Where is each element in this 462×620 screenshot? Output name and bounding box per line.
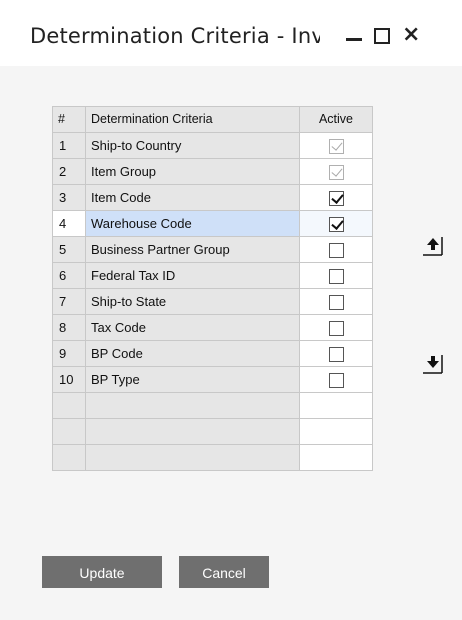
row-number: 5 (52, 236, 86, 263)
criteria-cell[interactable]: BP Code (85, 340, 300, 367)
row-number: 9 (52, 340, 86, 367)
update-button[interactable]: Update (42, 556, 162, 588)
criteria-cell[interactable]: Item Group (85, 158, 300, 185)
criteria-cell[interactable]: Item Code (85, 184, 300, 211)
active-cell (299, 366, 373, 393)
empty-cell (299, 444, 373, 471)
table-row[interactable]: 9 BP Code (52, 340, 373, 367)
active-checkbox[interactable] (328, 243, 344, 259)
table-row[interactable]: 1 Ship-to Country (52, 132, 373, 159)
active-cell (299, 262, 373, 289)
active-checkbox (328, 165, 344, 181)
window-title: Determination Criteria - Inv (30, 24, 320, 48)
active-checkbox[interactable] (328, 269, 344, 285)
checkmark-icon (330, 217, 344, 231)
row-number: 10 (52, 366, 86, 393)
active-checkbox[interactable] (328, 191, 344, 207)
empty-table-row (52, 418, 373, 445)
row-number: 6 (52, 262, 86, 289)
column-header-active: Active (299, 106, 373, 133)
empty-cell (52, 418, 86, 445)
active-checkbox[interactable] (328, 217, 344, 233)
criteria-cell[interactable]: Ship-to State (85, 288, 300, 315)
table-row[interactable]: 10 BP Type (52, 366, 373, 393)
criteria-cell[interactable]: Warehouse Code (85, 210, 300, 237)
active-cell (299, 236, 373, 263)
table-row[interactable]: 4 Warehouse Code (52, 210, 373, 237)
criteria-cell[interactable]: BP Type (85, 366, 300, 393)
checkmark-icon (330, 191, 344, 205)
row-number: 8 (52, 314, 86, 341)
maximize-icon[interactable] (371, 22, 395, 48)
checkmark-icon (330, 139, 343, 151)
table-header-row: # Determination Criteria Active (52, 106, 373, 133)
move-up-button[interactable] (423, 234, 443, 258)
arrow-down-icon (423, 355, 443, 374)
title-bar: Determination Criteria - Inv × (0, 0, 462, 66)
active-cell (299, 288, 373, 315)
active-checkbox[interactable] (328, 347, 344, 363)
minimize-icon[interactable] (343, 22, 367, 48)
row-number: 4 (52, 210, 86, 237)
criteria-cell[interactable]: Ship-to Country (85, 132, 300, 159)
active-cell (299, 210, 373, 237)
move-down-button[interactable] (423, 352, 443, 376)
criteria-cell[interactable]: Business Partner Group (85, 236, 300, 263)
empty-cell (85, 392, 300, 419)
empty-cell (52, 444, 86, 471)
empty-cell (299, 418, 373, 445)
cancel-button[interactable]: Cancel (179, 556, 269, 588)
empty-table-row (52, 444, 373, 471)
arrow-up-icon (423, 237, 443, 256)
active-cell (299, 340, 373, 367)
row-number: 2 (52, 158, 86, 185)
active-cell (299, 132, 373, 159)
column-header-criteria: Determination Criteria (85, 106, 300, 133)
empty-table-row (52, 392, 373, 419)
table-row[interactable]: 6 Federal Tax ID (52, 262, 373, 289)
row-number: 3 (52, 184, 86, 211)
table-row[interactable]: 5 Business Partner Group (52, 236, 373, 263)
active-cell (299, 314, 373, 341)
table-row[interactable]: 3 Item Code (52, 184, 373, 211)
active-cell (299, 158, 373, 185)
table-row[interactable]: 8 Tax Code (52, 314, 373, 341)
active-cell (299, 184, 373, 211)
empty-cell (299, 392, 373, 419)
criteria-cell[interactable]: Federal Tax ID (85, 262, 300, 289)
close-icon[interactable]: × (400, 22, 424, 48)
criteria-cell[interactable]: Tax Code (85, 314, 300, 341)
empty-cell (52, 392, 86, 419)
active-checkbox[interactable] (328, 295, 344, 311)
row-number: 7 (52, 288, 86, 315)
active-checkbox[interactable] (328, 321, 344, 337)
empty-cell (85, 444, 300, 471)
checkmark-icon (330, 165, 343, 177)
empty-cell (85, 418, 300, 445)
criteria-table: # Determination Criteria Active 1 Ship-to… (52, 106, 373, 471)
active-checkbox (328, 139, 344, 155)
row-number: 1 (52, 132, 86, 159)
table-row[interactable]: 7 Ship-to State (52, 288, 373, 315)
active-checkbox[interactable] (328, 373, 344, 389)
table-row[interactable]: 2 Item Group (52, 158, 373, 185)
column-header-num: # (52, 106, 86, 133)
